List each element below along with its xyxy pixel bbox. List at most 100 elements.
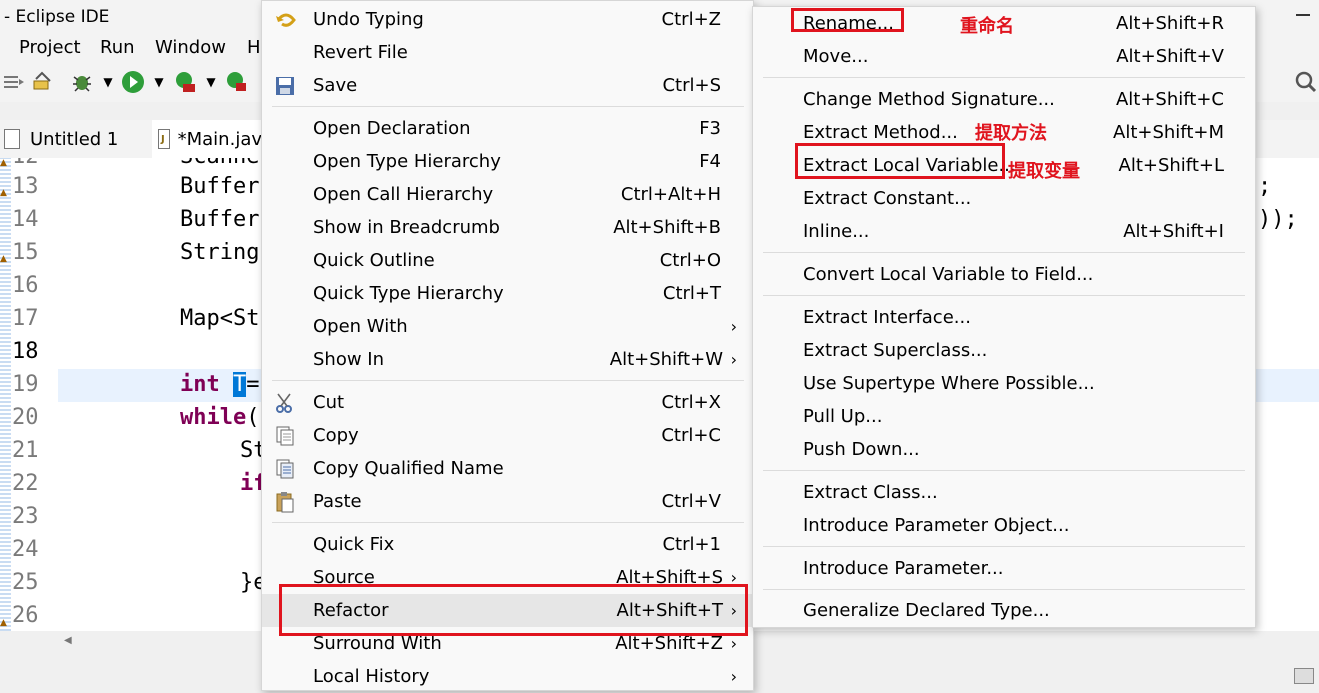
- line-number: 16: [12, 273, 39, 298]
- menu-item-open-call-hierarchy[interactable]: Open Call Hierarchy Ctrl+Alt+H: [262, 178, 753, 211]
- chevron-down-icon[interactable]: ▼: [147, 70, 171, 94]
- coverage-icon[interactable]: [173, 70, 197, 94]
- menu-run[interactable]: Run: [100, 37, 135, 58]
- line-number: 18: [12, 339, 39, 364]
- run-icon[interactable]: [121, 70, 145, 94]
- annotation-rename: 重命名: [960, 16, 1014, 37]
- menu-separator: [763, 252, 1245, 253]
- tab-main-java[interactable]: J *Main.jav: [152, 120, 262, 158]
- selected-text[interactable]: T: [233, 372, 247, 397]
- menu-separator: [763, 470, 1245, 471]
- menu-item-extract-constant[interactable]: Extract Constant...: [753, 182, 1255, 215]
- code-line[interactable]: ;: [1258, 174, 1271, 199]
- menu-item-extract-class[interactable]: Extract Class...: [753, 476, 1255, 509]
- menu-item-extract-interface[interactable]: Extract Interface...: [753, 301, 1255, 334]
- debug-icon[interactable]: [70, 70, 94, 94]
- save-icon: [274, 75, 296, 97]
- window-title: - Eclipse IDE: [4, 7, 110, 27]
- chevron-right-icon: ›: [730, 667, 737, 686]
- external-tools-icon[interactable]: [225, 70, 249, 94]
- menu-help[interactable]: H: [247, 37, 261, 58]
- extract-variable-highlight-box: [795, 143, 1005, 179]
- menu-item-open-with[interactable]: Open With ›: [262, 310, 753, 343]
- code-line[interactable]: Buffer: [180, 174, 259, 199]
- menu-item-paste[interactable]: Paste Ctrl+V: [262, 485, 753, 518]
- menu-item-show-in[interactable]: Show In Alt+Shift+W ›: [262, 343, 753, 376]
- menu-item-quick-type-hierarchy[interactable]: Quick Type Hierarchy Ctrl+T: [262, 277, 753, 310]
- code-line[interactable]: String: [180, 240, 259, 265]
- copy-qualified-icon: [274, 458, 296, 480]
- menu-item-show-in-breadcrumb[interactable]: Show in Breadcrumb Alt+Shift+B: [262, 211, 753, 244]
- line-number: 25: [12, 570, 39, 595]
- code-text: (: [246, 405, 260, 430]
- code-line[interactable]: Scanne: [180, 158, 259, 169]
- menu-window[interactable]: Window: [155, 37, 226, 58]
- line-number: 12: [12, 158, 39, 169]
- line-number: 13: [12, 174, 39, 199]
- code-line[interactable]: while(: [180, 405, 259, 430]
- line-number: 26: [12, 603, 39, 628]
- toggle-icon[interactable]: [2, 70, 26, 94]
- menu-item-open-declaration[interactable]: Open Declaration F3: [262, 112, 753, 145]
- status-icon[interactable]: [1294, 668, 1314, 684]
- menu-item-revert-file[interactable]: Revert File: [262, 36, 753, 69]
- annotation-extract-method: 提取方法: [975, 123, 1047, 144]
- tab-untitled[interactable]: Untitled 1: [0, 120, 150, 158]
- menu-item-open-type-hierarchy[interactable]: Open Type Hierarchy F4: [262, 145, 753, 178]
- warning-icon[interactable]: ▲: [0, 188, 10, 198]
- menu-separator: [272, 380, 744, 381]
- chevron-right-icon: ›: [730, 634, 737, 653]
- menu-separator: [272, 106, 744, 107]
- undo-icon: [274, 9, 296, 31]
- menu-item-use-supertype[interactable]: Use Supertype Where Possible...: [753, 367, 1255, 400]
- menu-item-copy[interactable]: Copy Ctrl+C: [262, 419, 753, 452]
- line-number: 14: [12, 207, 39, 232]
- menu-item-save[interactable]: Save Ctrl+S: [262, 69, 753, 102]
- code-line[interactable]: int T=: [180, 372, 260, 397]
- chevron-down-icon[interactable]: ▼: [96, 70, 120, 94]
- menu-item-introduce-parameter-object[interactable]: Introduce Parameter Object...: [753, 509, 1255, 542]
- menu-project[interactable]: Project: [19, 37, 81, 58]
- warning-icon[interactable]: ▲: [0, 158, 10, 168]
- menu-item-quick-fix[interactable]: Quick Fix Ctrl+1: [262, 528, 753, 561]
- menu-item-cut[interactable]: Cut Ctrl+X: [262, 386, 753, 419]
- chevron-right-icon: ›: [730, 350, 737, 369]
- menu-item-change-method-signature[interactable]: Change Method Signature... Alt+Shift+C: [753, 83, 1255, 116]
- refactor-submenu: Rename... Alt+Shift+R Move... Alt+Shift+…: [752, 6, 1256, 628]
- search-icon[interactable]: [1294, 70, 1318, 94]
- chevron-down-icon[interactable]: ▼: [199, 70, 223, 94]
- menu-item-quick-outline[interactable]: Quick Outline Ctrl+O: [262, 244, 753, 277]
- code-line[interactable]: Buffer: [180, 207, 259, 232]
- code-line[interactable]: ));: [1258, 207, 1298, 232]
- mark-occurrences-icon[interactable]: [32, 70, 56, 94]
- java-file-icon: J: [158, 129, 170, 149]
- menu-separator: [763, 546, 1245, 547]
- menu-separator: [763, 295, 1245, 296]
- text-file-icon: [4, 129, 20, 149]
- menu-item-pull-up[interactable]: Pull Up...: [753, 400, 1255, 433]
- menu-item-generalize-declared-type[interactable]: Generalize Declared Type...: [753, 594, 1255, 627]
- menu-item-move[interactable]: Move... Alt+Shift+V: [753, 40, 1255, 73]
- line-number-gutter: 12 13 14 15 16 17 18 19 20 21 22 23 24 2…: [0, 158, 50, 631]
- menu-item-copy-qualified-name[interactable]: Copy Qualified Name: [262, 452, 753, 485]
- warning-icon[interactable]: ▲: [0, 254, 10, 264]
- window-control-icon[interactable]: [1296, 14, 1310, 16]
- change-ruler: [0, 158, 11, 631]
- menu-separator: [763, 77, 1245, 78]
- menu-item-extract-superclass[interactable]: Extract Superclass...: [753, 334, 1255, 367]
- menu-item-undo-typing[interactable]: Undo Typing Ctrl+Z: [262, 3, 753, 36]
- menu-item-local-history[interactable]: Local History ›: [262, 660, 753, 693]
- line-number: 23: [12, 504, 39, 529]
- menu-item-convert-local-variable[interactable]: Convert Local Variable to Field...: [753, 258, 1255, 291]
- scroll-left-icon[interactable]: ◀: [64, 635, 72, 646]
- annotation-extract-variable: 提取变量: [1008, 161, 1080, 182]
- chevron-right-icon: ›: [730, 317, 737, 336]
- menu-item-inline[interactable]: Inline... Alt+Shift+I: [753, 215, 1255, 248]
- line-number: 24: [12, 537, 39, 562]
- warning-icon[interactable]: ▲: [0, 618, 10, 628]
- menu-item-push-down[interactable]: Push Down...: [753, 433, 1255, 466]
- tab-label: *Main.jav: [177, 128, 262, 150]
- menu-item-introduce-parameter[interactable]: Introduce Parameter...: [753, 552, 1255, 585]
- line-number: 22: [12, 471, 39, 496]
- code-line[interactable]: Map<St: [180, 306, 259, 331]
